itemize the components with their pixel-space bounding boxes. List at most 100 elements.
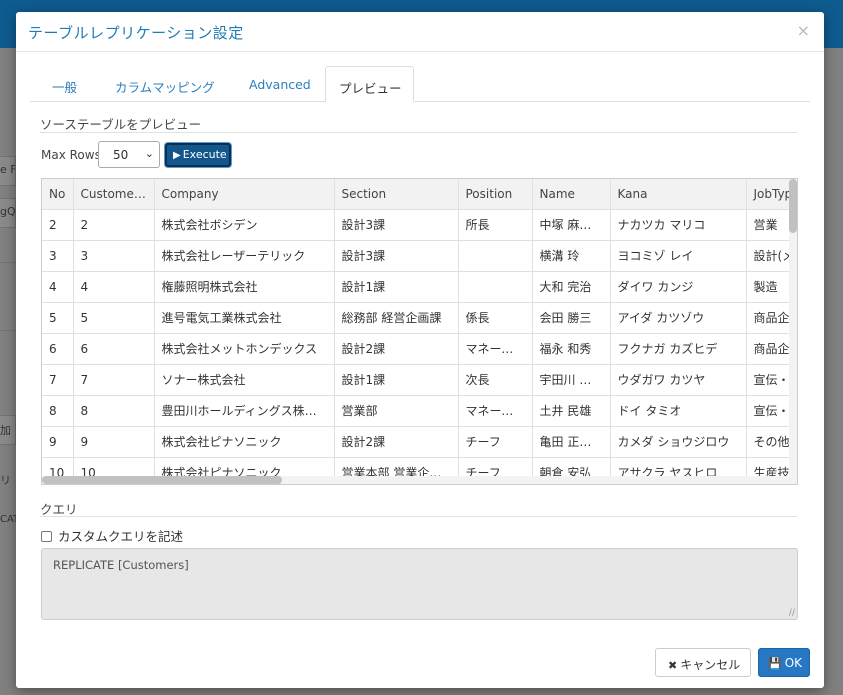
table-row[interactable]: 5 5 進号電気工業株式会社 総務部 経営企画課 係長 会田 勝三 アイダ カツ… xyxy=(42,302,791,334)
table-cell: ヨコミゾ レイ xyxy=(610,240,747,272)
table-cell: その他 xyxy=(746,426,791,458)
table-cell: 中塚 麻里子 xyxy=(532,209,611,241)
table-cell: 福永 和秀 xyxy=(532,333,611,365)
table-cell: 2 xyxy=(42,209,74,241)
table-row[interactable]: 6 6 株式会社メットホンデックス 設計2課 マネージャ 福永 和秀 フクナガ … xyxy=(42,333,791,365)
table-cell: 横溝 玲 xyxy=(532,240,611,272)
table-cell: 会田 勝三 xyxy=(532,302,611,334)
table-cell: 6 xyxy=(73,333,155,365)
dialog-title: テーブルレプリケーション設定 xyxy=(28,24,244,42)
tab-bar: 一般 カラムマッピング Advanced プレビュー xyxy=(30,66,810,102)
table-row[interactable]: 3 3 株式会社レーザーテリック 設計3課 横溝 玲 ヨコミゾ レイ 設計(メ xyxy=(42,240,791,272)
table-cell: ウダガワ カツヤ xyxy=(610,364,747,396)
table-row[interactable]: 9 9 株式会社ピナソニック 設計2課 チーフ 亀田 正次郎 カメダ ショウジロ… xyxy=(42,426,791,458)
table-row[interactable]: 4 4 権藤照明株式会社 設計1課 大和 完治 ダイワ カンジ 製造 xyxy=(42,271,791,303)
table-cell: 4 xyxy=(73,271,155,303)
dialog-header: テーブルレプリケーション設定 × xyxy=(16,12,824,52)
horizontal-scroll-thumb[interactable] xyxy=(42,476,282,484)
column-header[interactable]: JobTyp xyxy=(746,179,791,210)
column-header[interactable]: Position xyxy=(458,179,533,210)
preview-grid-viewport[interactable]: No CustomerNo Company Section Position N… xyxy=(42,179,791,478)
table-cell: 設計1課 xyxy=(334,364,459,396)
column-header[interactable]: CustomerNo xyxy=(73,179,155,210)
tab-general[interactable]: 一般 xyxy=(52,66,77,102)
background-divider xyxy=(0,262,16,263)
table-cell: チーフ xyxy=(458,457,533,478)
table-cell: 権藤照明株式会社 xyxy=(154,271,335,303)
table-row[interactable]: 7 7 ソナー株式会社 設計1課 次長 宇田川 勝哉 ウダガワ カツヤ 宣伝・ xyxy=(42,364,791,396)
custom-query-option[interactable]: カスタムクエリを記述 xyxy=(41,526,183,545)
table-cell: 土井 民雄 xyxy=(532,395,611,427)
table-cell: フクナガ カズヒデ xyxy=(610,333,747,365)
table-cell: 7 xyxy=(42,364,74,396)
table-cell: 株式会社メットホンデックス xyxy=(154,333,335,365)
table-cell: 設計2課 xyxy=(334,333,459,365)
table-cell: 9 xyxy=(42,426,74,458)
table-cell: 5 xyxy=(73,302,155,334)
horizontal-scrollbar[interactable] xyxy=(42,476,797,484)
table-cell: 株式会社ピナソニック xyxy=(154,457,335,478)
save-icon: 💾 xyxy=(768,657,782,670)
vertical-scroll-thumb[interactable] xyxy=(789,179,797,233)
close-icon[interactable]: × xyxy=(797,21,810,40)
table-cell: 営業 xyxy=(746,209,791,241)
play-icon: ▶ xyxy=(173,150,181,161)
tab-column-mapping[interactable]: カラムマッピング xyxy=(115,66,215,102)
tab-preview[interactable]: プレビュー xyxy=(325,66,414,102)
preview-table: No CustomerNo Company Section Position N… xyxy=(42,179,791,478)
table-cell: 生産技 xyxy=(746,457,791,478)
table-cell: カメダ ショウジロウ xyxy=(610,426,747,458)
close-icon: ✖ xyxy=(668,659,678,672)
table-cell: 豊田川ホールディングス株式会社 xyxy=(154,395,335,427)
table-cell: 宇田川 勝哉 xyxy=(532,364,611,396)
table-cell: 進号電気工業株式会社 xyxy=(154,302,335,334)
table-cell: 8 xyxy=(73,395,155,427)
column-header[interactable]: Company xyxy=(154,179,335,210)
column-header[interactable]: Section xyxy=(334,179,459,210)
replication-settings-dialog: テーブルレプリケーション設定 × 一般 カラムマッピング Advanced プレ… xyxy=(16,12,824,688)
background-fragment: 加 xyxy=(0,415,16,445)
table-cell: 大和 完治 xyxy=(532,271,611,303)
column-header[interactable]: No xyxy=(42,179,74,210)
table-cell: 設計3課 xyxy=(334,240,459,272)
table-cell: 設計2課 xyxy=(334,426,459,458)
table-row[interactable]: 10 10 株式会社ピナソニック 営業本部 営業企画課 チーフ 朝倉 安弘 アサ… xyxy=(42,457,791,478)
vertical-scrollbar[interactable] xyxy=(789,179,797,478)
table-cell: 8 xyxy=(42,395,74,427)
table-cell: 亀田 正次郎 xyxy=(532,426,611,458)
execute-label: Execute xyxy=(182,148,227,161)
query-textarea[interactable]: REPLICATE [Customers] ∕∕ xyxy=(41,548,798,620)
table-cell: マネージャ xyxy=(458,395,533,427)
table-cell: 5 xyxy=(42,302,74,334)
table-cell: 3 xyxy=(73,240,155,272)
background-fragment: e F xyxy=(0,156,16,186)
background-divider xyxy=(0,330,16,331)
table-cell: 設計3課 xyxy=(334,209,459,241)
custom-query-checkbox[interactable] xyxy=(41,531,52,542)
table-cell: 営業部 xyxy=(334,395,459,427)
table-cell: 2 xyxy=(73,209,155,241)
table-cell: アサクラ ヤスヒロ xyxy=(610,457,747,478)
table-cell: 製造 xyxy=(746,271,791,303)
max-rows-select[interactable]: 50 ⌄ xyxy=(98,141,160,168)
resize-grip-icon[interactable]: ∕∕ xyxy=(789,609,795,618)
column-header[interactable]: Name xyxy=(532,179,611,210)
execute-button[interactable]: ▶ Execute xyxy=(165,143,231,167)
ok-button[interactable]: 💾 OK xyxy=(758,648,810,677)
table-cell: 宣伝・ xyxy=(746,395,791,427)
table-cell: 営業本部 営業企画課 xyxy=(334,457,459,478)
table-cell: ドイ タミオ xyxy=(610,395,747,427)
chevron-down-icon: ⌄ xyxy=(144,147,154,160)
table-header-row: No CustomerNo Company Section Position N… xyxy=(42,179,791,210)
table-row[interactable]: 8 8 豊田川ホールディングス株式会社 営業部 マネージャ 土井 民雄 ドイ タ… xyxy=(42,395,791,427)
table-row[interactable]: 2 2 株式会社ボシデン 設計3課 所長 中塚 麻里子 ナカツカ マリコ 営業 xyxy=(42,209,791,241)
tab-advanced[interactable]: Advanced xyxy=(249,66,311,102)
cancel-button[interactable]: ✖ キャンセル xyxy=(655,648,751,677)
table-cell: 商品企 xyxy=(746,302,791,334)
table-cell: 9 xyxy=(73,426,155,458)
column-header[interactable]: Kana xyxy=(610,179,747,210)
table-cell: ナカツカ マリコ xyxy=(610,209,747,241)
preview-grid: No CustomerNo Company Section Position N… xyxy=(41,178,798,485)
table-cell: 宣伝・ xyxy=(746,364,791,396)
table-cell: 3 xyxy=(42,240,74,272)
